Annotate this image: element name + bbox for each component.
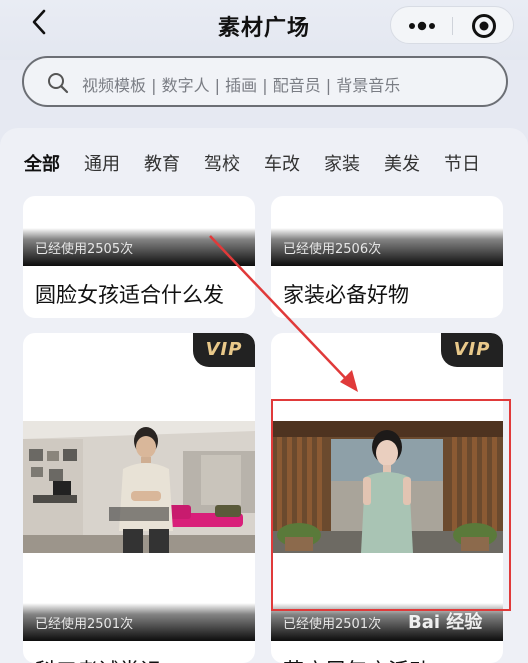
office-scene-image — [23, 421, 255, 553]
search-input[interactable]: 视频模板 | 数字人 | 插画 | 配音员 | 背景音乐 — [22, 56, 508, 107]
target-icon[interactable] — [471, 13, 497, 39]
tab-general[interactable]: 通用 — [84, 150, 120, 176]
vip-badge: VIP — [441, 333, 503, 367]
vip-label: VIP — [205, 339, 243, 360]
tab-holidays[interactable]: 节日 — [444, 150, 480, 176]
vip-badge: VIP — [193, 333, 255, 367]
usage-count: 已经使用2505次 — [35, 242, 134, 257]
tab-education[interactable]: 教育 — [144, 150, 180, 176]
usage-bar: 已经使用2506次 — [271, 228, 503, 266]
mini-program-capsule — [390, 6, 514, 44]
card-title: 科三考试常识 — [35, 655, 161, 663]
watermark: Bai 经验 — [408, 612, 483, 633]
highlight-box — [271, 399, 511, 611]
template-card[interactable]: 已经使用2505次 圆脸女孩适合什么发 — [23, 196, 255, 318]
card-title: 圆脸女孩适合什么发 — [35, 283, 224, 307]
vip-label: VIP — [453, 339, 491, 360]
search-placeholder: 视频模板 | 数字人 | 插画 | 配音员 | 背景音乐 — [82, 76, 401, 95]
tab-hairdressing[interactable]: 美发 — [384, 150, 420, 176]
template-card[interactable]: VIP 已经使用2501次 — [23, 333, 255, 663]
capsule-divider — [452, 17, 453, 35]
usage-count: 已经使用2501次 — [35, 617, 134, 632]
tab-driving-school[interactable]: 驾校 — [204, 150, 240, 176]
usage-count: 已经使用2501次 — [283, 617, 382, 632]
more-dots-icon[interactable] — [405, 15, 439, 37]
category-tabs: 全部 通用 教育 驾校 车改 家装 美发 节日 — [0, 150, 528, 180]
usage-bar: 已经使用2501次 — [23, 603, 255, 641]
card-title: 花店周年庆活动 — [283, 655, 430, 663]
search-icon — [48, 73, 69, 94]
video-thumbnail — [23, 421, 255, 553]
tab-home-decoration[interactable]: 家装 — [324, 150, 360, 176]
usage-bar: 已经使用2505次 — [23, 228, 255, 266]
top-bar: 素材广场 — [0, 0, 528, 60]
template-card[interactable]: 已经使用2506次 家装必备好物 — [271, 196, 503, 318]
usage-count: 已经使用2506次 — [283, 242, 382, 257]
card-title: 家装必备好物 — [283, 283, 409, 307]
tab-car-modification[interactable]: 车改 — [264, 150, 300, 176]
tab-all[interactable]: 全部 — [24, 150, 60, 176]
